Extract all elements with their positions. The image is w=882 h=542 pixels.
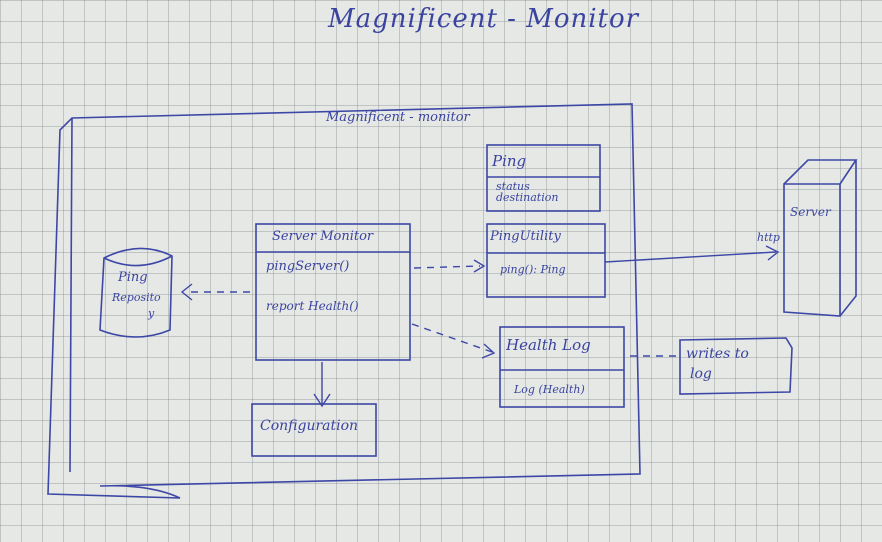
repository-arrow-head <box>180 283 193 301</box>
ping-utility-name: PingUtility <box>490 229 561 244</box>
server-monitor-box <box>255 223 411 361</box>
writes-note-line2: log <box>690 366 712 382</box>
monitor-to-pingutility-arrow <box>413 265 481 269</box>
pingutility-to-server-line <box>604 251 777 263</box>
repository-cylinder-top <box>103 255 173 267</box>
server-box-front <box>783 183 841 317</box>
repository-label-line1: Ping <box>118 270 148 285</box>
server-monitor-name: Server Monitor <box>272 229 374 244</box>
diagram-title: Magnificent - Monitor <box>328 4 640 34</box>
monitor-to-healthlog-arrow <box>411 323 493 353</box>
repository-label-line2: Reposito <box>112 291 161 304</box>
configuration-label: Configuration <box>260 418 359 434</box>
health-log-name: Health Log <box>506 336 591 354</box>
server-monitor-method-report: report Health() <box>266 299 359 313</box>
server-box-top <box>783 159 858 185</box>
ping-class-name: Ping <box>492 152 527 170</box>
ping-utility-method: ping(): Ping <box>500 263 566 276</box>
server-box-side <box>839 160 857 317</box>
frame-label: Magnificent - monitor <box>326 110 470 125</box>
server-monitor-method-ping: pingServer() <box>266 259 350 274</box>
repository-label-line3: y <box>148 307 155 320</box>
server-label: Server <box>790 205 831 219</box>
ping-field-destination: destination <box>496 191 559 204</box>
health-log-method: Log (Health) <box>514 383 585 396</box>
writes-note-line1: writes to <box>686 346 749 362</box>
server-protocol-label: http <box>757 231 780 244</box>
frame-inner-line <box>69 117 73 473</box>
